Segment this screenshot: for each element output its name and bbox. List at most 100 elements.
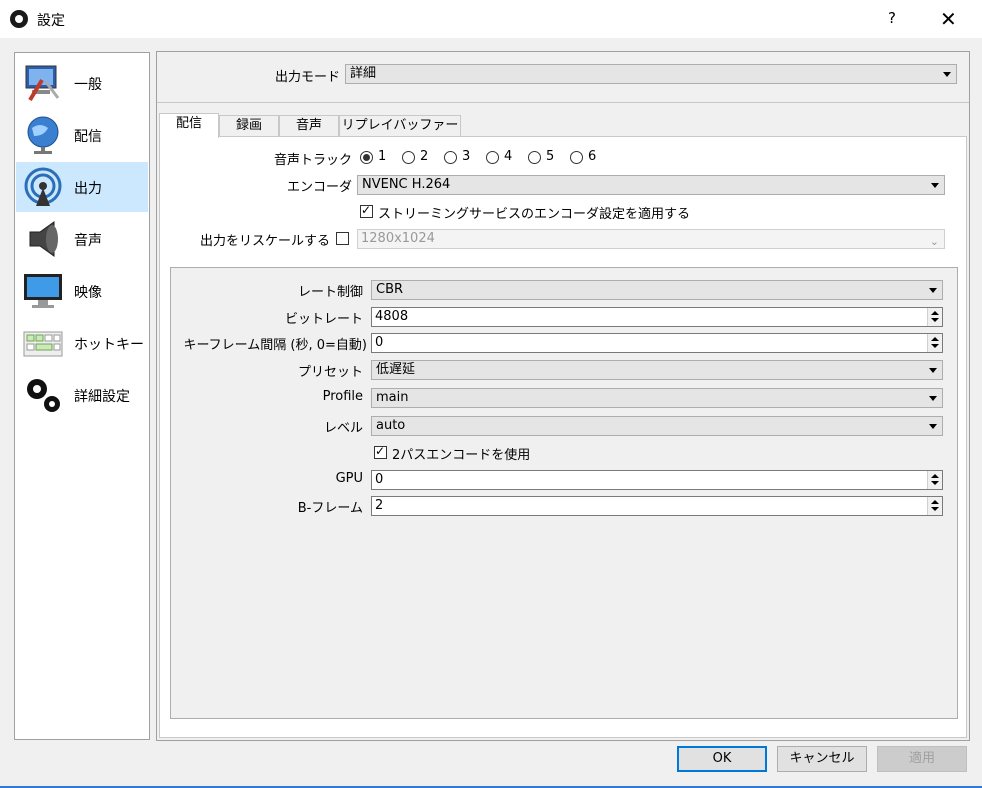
audio-track-radio-label: 1 (378, 149, 387, 164)
monitor-icon (24, 274, 62, 308)
audio-track-radio-3[interactable] (444, 151, 457, 164)
sidebar-item-label: 一般 (74, 77, 102, 93)
sidebar-item-stream[interactable]: 配信 (16, 110, 148, 160)
spin-arrows-icon[interactable] (927, 471, 942, 489)
tab-replay-buffer[interactable]: リプレイバッファー (339, 115, 461, 137)
chevron-down-icon (943, 72, 951, 77)
sidebar-item-hotkeys[interactable]: ホットキー (16, 318, 148, 368)
keyframe-interval-spinbox[interactable]: 0 (371, 333, 943, 353)
encoder-value: NVENC H.264 (362, 177, 451, 192)
chevron-down-icon: ⌄ (929, 235, 939, 248)
chevron-down-icon (929, 288, 937, 293)
chevron-down-icon (929, 368, 937, 373)
audio-track-radio-4[interactable] (486, 151, 499, 164)
help-button[interactable]: ? (888, 9, 896, 27)
gpu-value: 0 (375, 472, 384, 487)
b-frames-value: 2 (375, 498, 384, 513)
audio-track-radio-label: 3 (462, 149, 471, 164)
settings-sidebar: 一般 配信 出力 音声 映像 ホットキー 詳細設定 (14, 52, 150, 740)
speaker-icon (29, 221, 58, 257)
tab-recording[interactable]: 録画 (219, 115, 279, 137)
sidebar-item-label: ホットキー (74, 337, 144, 353)
enforce-encoder-checkbox[interactable] (360, 203, 373, 218)
audio-track-radio-6[interactable] (570, 151, 583, 164)
keyframe-interval-value: 0 (375, 335, 384, 350)
level-label: レベル (323, 421, 363, 436)
encoder-settings-group: レート制御 CBR ビットレート 4808 キーフレーム間隔 (秒, 0=自動)… (170, 267, 958, 719)
streaming-tab-pane: 音声トラック 1 2 3 4 5 6 エンコーダ NVENC H.264 ストリ… (159, 136, 967, 738)
sidebar-item-video[interactable]: 映像 (16, 266, 148, 316)
preset-select[interactable]: 低遅延 (371, 360, 943, 380)
apply-button[interactable]: 適用 (877, 746, 967, 772)
profile-select[interactable]: main (371, 388, 943, 408)
window-title: 設定 (37, 13, 65, 29)
output-settings-panel: 出力モード 詳細 配信 録画 音声 リプレイバッファー 音声トラック 1 2 3… (156, 51, 970, 741)
ok-button[interactable]: OK (677, 746, 767, 772)
bitrate-label: ビットレート (284, 312, 363, 327)
output-mode-value: 詳細 (350, 66, 377, 81)
chevron-down-icon (929, 396, 937, 401)
two-pass-checkbox[interactable] (374, 444, 387, 459)
spin-arrows-icon[interactable] (927, 308, 942, 326)
audio-track-radio-label: 5 (546, 149, 555, 164)
cancel-button[interactable]: キャンセル (777, 746, 867, 772)
encoder-select[interactable]: NVENC H.264 (357, 175, 945, 195)
b-frames-spinbox[interactable]: 2 (371, 496, 943, 516)
sidebar-item-advanced[interactable]: 詳細設定 (16, 370, 148, 420)
spin-arrows-icon[interactable] (927, 497, 942, 515)
preset-value: 低遅延 (376, 362, 416, 377)
preset-label: プリセット (297, 365, 363, 380)
output-mode-label: 出力モード (275, 70, 341, 85)
audio-track-radio-2[interactable] (402, 151, 415, 164)
sidebar-item-audio[interactable]: 音声 (16, 214, 148, 264)
chevron-down-icon (931, 183, 939, 188)
rate-control-select[interactable]: CBR (371, 280, 943, 300)
stream-globe-icon (27, 116, 59, 154)
close-button[interactable]: ✕ (940, 7, 957, 31)
sidebar-item-label: 音声 (74, 233, 102, 249)
gears-icon (27, 379, 60, 412)
sidebar-item-label: 配信 (74, 129, 102, 145)
audio-track-radio-label: 4 (504, 149, 513, 164)
profile-label: Profile (322, 389, 363, 404)
bitrate-value: 4808 (375, 309, 409, 324)
encoder-label: エンコーダ (286, 180, 352, 195)
obs-logo-icon (10, 10, 28, 28)
audio-track-radio-5[interactable] (528, 151, 541, 164)
spin-arrows-icon[interactable] (927, 334, 942, 352)
keyframe-interval-label: キーフレーム間隔 (秒, 0=自動) (183, 338, 367, 353)
enforce-encoder-label: ストリーミングサービスのエンコーダ設定を適用する (378, 207, 691, 222)
sidebar-item-output[interactable]: 出力 (16, 162, 148, 212)
general-settings-icon (25, 65, 60, 102)
output-broadcast-icon (24, 167, 62, 206)
sidebar-item-label: 映像 (74, 285, 102, 301)
rescale-resolution-value: 1280x1024 (361, 231, 435, 246)
gpu-label: GPU (335, 471, 363, 486)
sidebar-item-label: 出力 (74, 181, 102, 197)
rate-control-value: CBR (376, 282, 404, 297)
tab-streaming[interactable]: 配信 (159, 113, 219, 138)
output-mode-row: 出力モード 詳細 (157, 52, 969, 103)
audio-track-radio-label: 2 (420, 149, 429, 164)
tab-audio[interactable]: 音声 (279, 115, 339, 137)
audio-track-radio-label: 6 (588, 149, 597, 164)
level-value: auto (376, 418, 406, 433)
level-select[interactable]: auto (371, 416, 943, 436)
keyboard-icon (23, 331, 63, 357)
rescale-checkbox[interactable] (336, 232, 349, 245)
audio-track-radio-1[interactable] (360, 151, 373, 164)
b-frames-label: B-フレーム (297, 501, 363, 516)
bitrate-spinbox[interactable]: 4808 (371, 307, 943, 327)
rate-control-label: レート制御 (297, 285, 363, 300)
output-mode-select[interactable]: 詳細 (345, 64, 957, 84)
title-bar: 設定 ? ✕ (0, 0, 982, 38)
sidebar-item-label: 詳細設定 (74, 389, 130, 405)
rescale-resolution-select: 1280x1024 ⌄ (357, 229, 945, 249)
gpu-spinbox[interactable]: 0 (371, 470, 943, 490)
rescale-label: 出力をリスケールする (199, 234, 330, 249)
sidebar-item-general[interactable]: 一般 (16, 58, 148, 108)
chevron-down-icon (929, 424, 937, 429)
two-pass-label: 2パスエンコードを使用 (392, 448, 531, 463)
audio-track-label: 音声トラック (273, 153, 352, 168)
profile-value: main (376, 390, 409, 405)
